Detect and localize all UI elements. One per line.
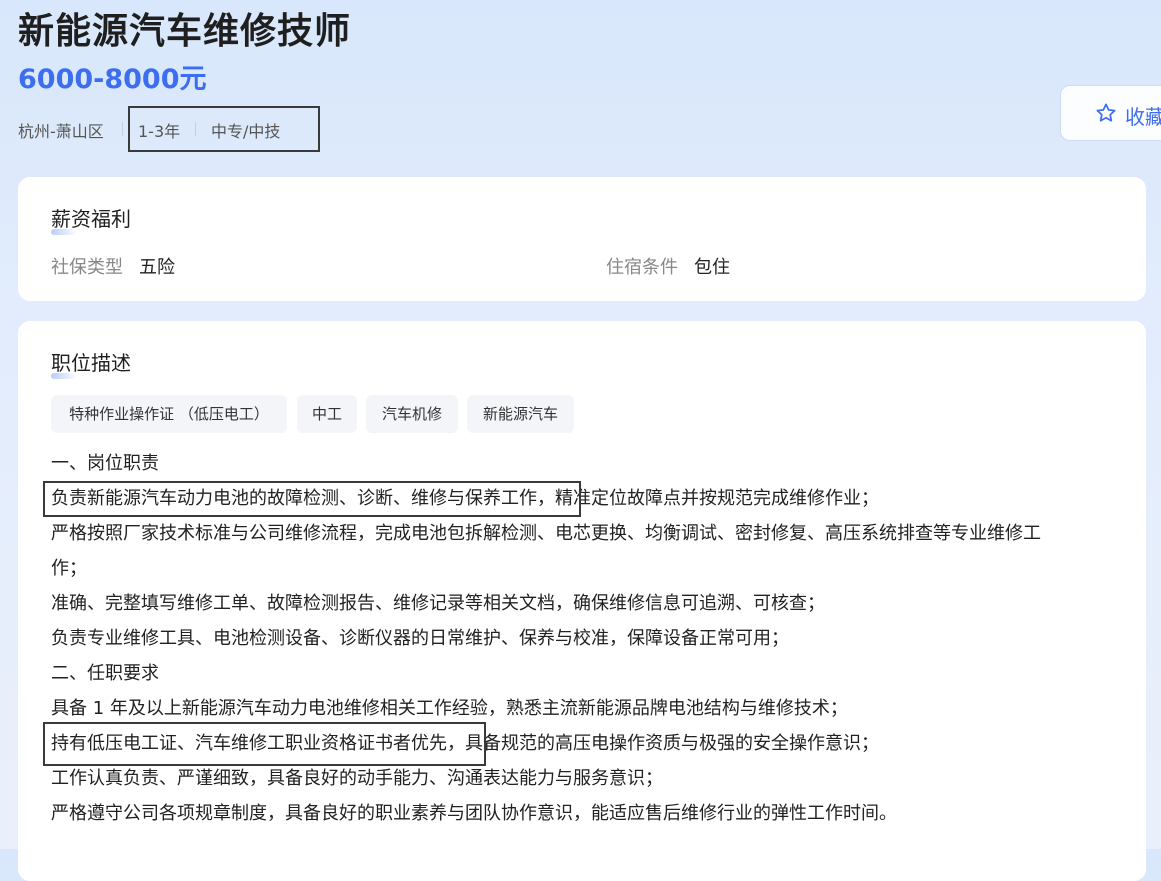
benefit-label: 住宿条件 [606,257,678,278]
benefits-card: 薪资福利 社保类型 五险 住宿条件 包住 [18,177,1146,301]
title-underline [51,229,77,235]
job-title: 新能源汽车维修技师 [18,11,352,52]
job-experience: 1-3年 [138,122,181,141]
desc-line: 严格遵守公司各项规章制度，具备良好的职业素养与团队协作意识，能适应售后维修行业的… [51,803,897,824]
job-education: 中专/中技 [211,122,281,141]
tag-new-energy[interactable]: 新能源汽车 [467,395,574,433]
desc-line: 负责新能源汽车动力电池的故障检测、诊断、维修与保养工作，精准定位故障点并按规范完… [51,488,879,509]
meta-divider [195,122,196,136]
favorite-label: 收藏 [1125,105,1161,129]
desc-line: 具备 1 年及以上新能源汽车动力电池维修相关工作经验，熟悉主流新能源品牌电池结构… [51,698,848,719]
benefit-value: 五险 [139,257,175,278]
tag-auto-repair[interactable]: 汽车机修 [366,395,458,433]
title-underline [51,373,77,379]
meta-divider [122,122,123,136]
description-title-text: 职位描述 [51,351,131,375]
desc-line: 工作认真负责、严谨细致，具备良好的动手能力、沟通表达能力与服务意识； [51,768,663,789]
job-location: 杭州-萧山区 [18,122,104,141]
section-title-description: 职位描述 [51,347,131,379]
desc-line: 二、任职要求 [51,663,159,684]
benefit-item-insurance: 社保类型 五险 [51,253,175,279]
tag-mid-level[interactable]: 中工 [297,395,357,433]
desc-line: 持有低压电工证、汽车维修工职业资格证书者优先，具备规范的高压电操作资质与极强的安… [51,733,879,754]
job-header: 新能源汽车维修技师 6000-8000元 杭州-萧山区 1-3年 中专/中技 收… [0,0,1161,170]
benefit-item-housing: 住宿条件 包住 [606,253,730,279]
favorite-button[interactable]: 收藏 [1060,85,1161,141]
benefit-label: 社保类型 [51,257,123,278]
desc-line: 严格按照厂家技术标准与公司维修流程，完成电池包拆解检测、电芯更换、均衡调试、密封… [51,523,1041,544]
section-title-benefits: 薪资福利 [51,203,131,235]
desc-line: 准确、完整填写维修工单、故障检测报告、维修记录等相关文档，确保维修信息可追溯、可… [51,593,825,614]
description-card: 职位描述 特种作业操作证 （低压电工） 中工 汽车机修 新能源汽车 一、岗位职责… [18,321,1146,881]
benefits-title-text: 薪资福利 [51,207,131,231]
desc-line: 作； [51,558,87,579]
benefit-value: 包住 [694,257,730,278]
salary: 6000-8000元 [18,64,207,95]
desc-line: 一、岗位职责 [51,453,159,474]
star-outline-icon [1096,103,1116,122]
tag-electrician-cert[interactable]: 特种作业操作证 （低压电工） [51,395,287,433]
desc-line: 负责专业维修工具、电池检测设备、诊断仪器的日常维护、保养与校准，保障设备正常可用… [51,628,789,649]
